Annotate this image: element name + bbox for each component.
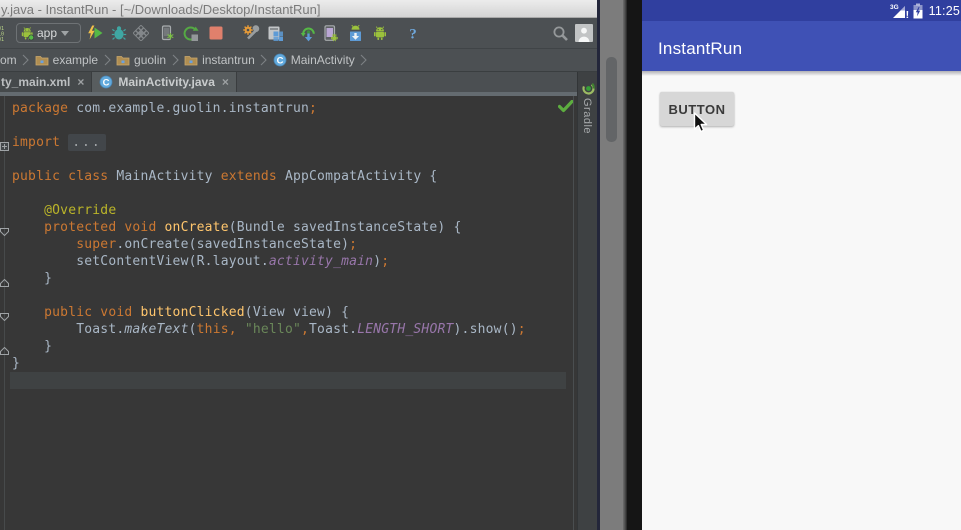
breadcrumb-item-om[interactable]: om	[0, 53, 17, 67]
avd-manager-icon[interactable]	[321, 24, 339, 42]
background-scrollbar-thumb	[606, 57, 617, 142]
app-bar-shadow	[642, 71, 961, 76]
android-status-bar: 3G ! 11:25	[642, 0, 961, 21]
editor-tab-bar: ty_main.xml × C MainActivity.java ×	[0, 72, 597, 92]
svg-text:C: C	[103, 78, 110, 89]
svg-text:*: *	[167, 32, 174, 42]
android-app-bar: InstantRun	[642, 21, 961, 71]
search-icon[interactable]	[551, 24, 569, 42]
vcs-digits-icon[interactable]: 011001	[0, 24, 12, 42]
fold-marker-up[interactable]	[0, 274, 9, 292]
mouse-cursor	[693, 112, 708, 133]
breadcrumb-separator	[169, 54, 181, 66]
android-app-icon	[20, 26, 34, 41]
run-icon[interactable]	[86, 24, 104, 42]
android-monitor-icon[interactable]	[266, 24, 284, 42]
gradle-toolwindow-button[interactable]: Gradle	[581, 98, 593, 134]
screenshot-root: y.java - InstantRun - [~/Downloads/Deskt…	[0, 0, 961, 530]
android-studio-window: y.java - InstantRun - [~/Downloads/Deskt…	[0, 0, 597, 530]
svg-text:?: ?	[409, 27, 417, 42]
right-toolwindow-bar: Gradle	[577, 72, 597, 530]
profiler-icon[interactable]: *	[157, 24, 175, 42]
cellular-signal-icon: 3G !	[890, 4, 910, 19]
run-config-label: app	[37, 25, 58, 40]
breadcrumb-item-example[interactable]: example	[35, 53, 98, 67]
device-monitor-icon[interactable]	[371, 24, 389, 42]
breadcrumb-separator	[258, 54, 270, 66]
breadcrumb-separator	[358, 54, 370, 66]
svg-text:C: C	[276, 56, 283, 67]
fold-marker-up[interactable]	[0, 342, 9, 360]
macos-titlebar: y.java - InstantRun - [~/Downloads/Deskt…	[0, 0, 597, 18]
svg-text:!: !	[906, 9, 910, 19]
fold-marker-down[interactable]	[0, 308, 9, 326]
breadcrumb-item-mainactivity[interactable]: C MainActivity	[273, 53, 355, 67]
sdk-manager-icon[interactable]	[346, 24, 364, 42]
breadcrumb-item-instantrun[interactable]: instantrun	[184, 53, 255, 67]
code-editor[interactable]: package com.example.guolin.instantrun; i…	[0, 96, 577, 530]
svg-text:3G: 3G	[890, 4, 899, 11]
inspections-ok-icon[interactable]	[558, 100, 574, 113]
class-icon: C	[273, 53, 287, 67]
window-title: y.java - InstantRun - [~/Downloads/Deskt…	[1, 2, 321, 17]
help-icon[interactable]: ?	[404, 24, 422, 42]
tab-close-icon[interactable]: ×	[77, 76, 84, 88]
breadcrumb-bar: om example guolin instantrun C MainActivity	[0, 49, 597, 72]
coverage-icon[interactable]	[132, 24, 150, 42]
tab-mainactivity-java[interactable]: C MainActivity.java ×	[92, 72, 237, 92]
svg-text:01: 01	[0, 37, 4, 41]
tab-ty-main-xml[interactable]: ty_main.xml ×	[0, 72, 93, 92]
breadcrumb-separator	[101, 54, 113, 66]
emulator-bezel	[626, 0, 642, 530]
status-bar-clock: 11:25	[928, 4, 960, 18]
folder-icon	[184, 54, 198, 66]
tab-close-icon[interactable]: ×	[222, 76, 229, 88]
breadcrumb-item-guolin[interactable]: guolin	[116, 53, 166, 67]
desktop-gap	[600, 0, 626, 530]
emulator-screen: 3G ! 11:25 InstantRun BUTTON	[642, 0, 961, 530]
class-icon: C	[99, 75, 113, 89]
main-toolbar: 011001 * ? app	[0, 18, 597, 49]
code-text[interactable]: package com.example.guolin.instantrun; i…	[12, 100, 526, 389]
apply-changes-icon[interactable]	[181, 24, 199, 42]
gradle-icon[interactable]	[582, 82, 595, 95]
app-bar-title: InstantRun	[658, 39, 743, 58]
run-configuration-combo[interactable]: app	[16, 23, 81, 43]
chevron-down-icon	[61, 30, 70, 36]
project-structure-icon[interactable]	[242, 24, 260, 42]
folder-icon	[116, 54, 130, 66]
debug-icon[interactable]	[110, 24, 128, 42]
stop-icon[interactable]	[207, 24, 225, 42]
battery-charging-icon	[913, 3, 923, 19]
fold-marker-down[interactable]	[0, 223, 9, 241]
folder-icon	[35, 54, 49, 66]
fold-marker-plus[interactable]	[0, 138, 9, 156]
avatar-icon[interactable]	[575, 24, 593, 42]
breadcrumb-separator	[20, 54, 32, 66]
scrollbar-track-line	[573, 96, 574, 530]
gradle-sync-icon[interactable]	[299, 24, 317, 42]
